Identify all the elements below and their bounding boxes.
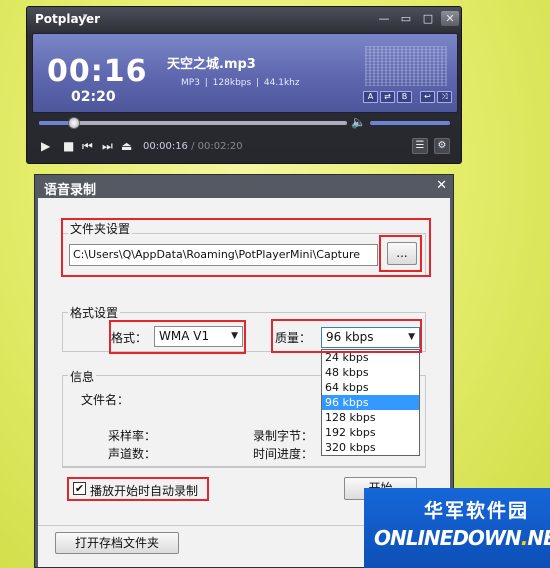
watermark-en-suffix: NET: [527, 526, 550, 550]
player-window: Potplayer ▾ — ▭ □ ✕ 00:16 02:20 天空之城.mp3…: [26, 6, 462, 164]
time-progress-label: 时间进度：: [253, 447, 314, 461]
seek-handle[interactable]: [68, 117, 81, 129]
samplerate-label: 采样率：: [108, 429, 157, 443]
volume-icon[interactable]: 🔈: [351, 115, 366, 129]
position-separator: /: [191, 141, 195, 152]
player-display: 00:16 02:20 天空之城.mp3 MP3 | 128kbps | 44.…: [32, 33, 458, 113]
restore-button[interactable]: ▭: [397, 11, 415, 26]
menu-caret-icon[interactable]: ▾: [83, 12, 88, 22]
ab-repeat-b-button[interactable]: B: [397, 91, 412, 103]
shuffle-button[interactable]: ⤨: [437, 91, 452, 103]
channels-label: 声道数：: [108, 447, 157, 461]
site-watermark-logo: 华军软件园 ONLINEDOWN.NET: [364, 488, 550, 568]
play-icon[interactable]: ▶: [41, 139, 50, 153]
bytes-label: 录制字节：: [253, 429, 314, 443]
quality-option[interactable]: 48 kbps: [322, 365, 419, 380]
dialog-title: 语音录制: [44, 183, 97, 198]
spectrum-visualizer: [365, 46, 447, 86]
highlight-quality: [271, 319, 422, 353]
quality-option[interactable]: 64 kbps: [322, 380, 419, 395]
divider: [62, 467, 426, 468]
previous-icon[interactable]: ⏮: [82, 139, 93, 154]
info-group-title: 信息: [68, 368, 97, 385]
quality-option[interactable]: 128 kbps: [322, 410, 419, 425]
current-position: 00:00:16: [143, 141, 188, 152]
track-title: 天空之城.mp3: [167, 57, 256, 72]
filename-label: 文件名：: [81, 393, 130, 407]
highlight-format: [109, 320, 246, 354]
maximize-button[interactable]: □: [419, 11, 437, 26]
elapsed-time: 00:16: [47, 54, 148, 89]
eject-icon[interactable]: ⏏: [121, 139, 132, 153]
quality-option[interactable]: 96 kbps: [322, 395, 419, 410]
highlight-autorecord: [67, 477, 209, 501]
volume-slider[interactable]: [370, 121, 450, 125]
close-button[interactable]: ✕: [441, 11, 459, 26]
watermark-cn: 华军软件园: [424, 500, 530, 522]
settings-icon[interactable]: ⚙: [434, 138, 450, 154]
highlight-folder-settings: [61, 218, 431, 277]
dialog-close-icon[interactable]: ✕: [436, 178, 447, 193]
duration-time: 02:20: [71, 89, 116, 105]
playlist-icon[interactable]: ☰: [412, 138, 428, 154]
highlight-browse: [379, 235, 422, 272]
player-titlebar[interactable]: Potplayer ▾ — ▭ □ ✕: [27, 7, 461, 31]
minimize-button[interactable]: —: [375, 11, 393, 26]
quality-option[interactable]: 192 kbps: [322, 425, 419, 440]
watermark-en: ONLINEDOWN.NET: [374, 526, 550, 550]
position-readout: 00:00:16 / 00:02:20: [143, 141, 243, 152]
format-group-title: 格式设置: [68, 304, 121, 321]
seek-bar[interactable]: [39, 117, 347, 129]
ab-repeat-a-button[interactable]: A: [363, 91, 378, 103]
quality-option[interactable]: 320 kbps: [322, 440, 419, 455]
quality-dropdown-list[interactable]: 24 kbps 48 kbps 64 kbps 96 kbps 128 kbps 192 …: [321, 349, 420, 456]
ab-repeat-toggle-button[interactable]: ⇄: [380, 91, 395, 103]
repeat-button[interactable]: ↩: [420, 91, 435, 103]
next-icon[interactable]: ⏭: [102, 139, 113, 154]
open-folder-button[interactable]: 打开存档文件夹: [55, 532, 179, 554]
app-title[interactable]: Potplayer: [35, 12, 100, 26]
watermark-en-prefix: ONLINEDOWN: [374, 526, 522, 550]
total-duration: 00:02:20: [197, 141, 243, 152]
stop-icon[interactable]: ■: [63, 139, 74, 153]
track-meta: MP3 | 128kbps | 44.1khz: [181, 78, 300, 88]
